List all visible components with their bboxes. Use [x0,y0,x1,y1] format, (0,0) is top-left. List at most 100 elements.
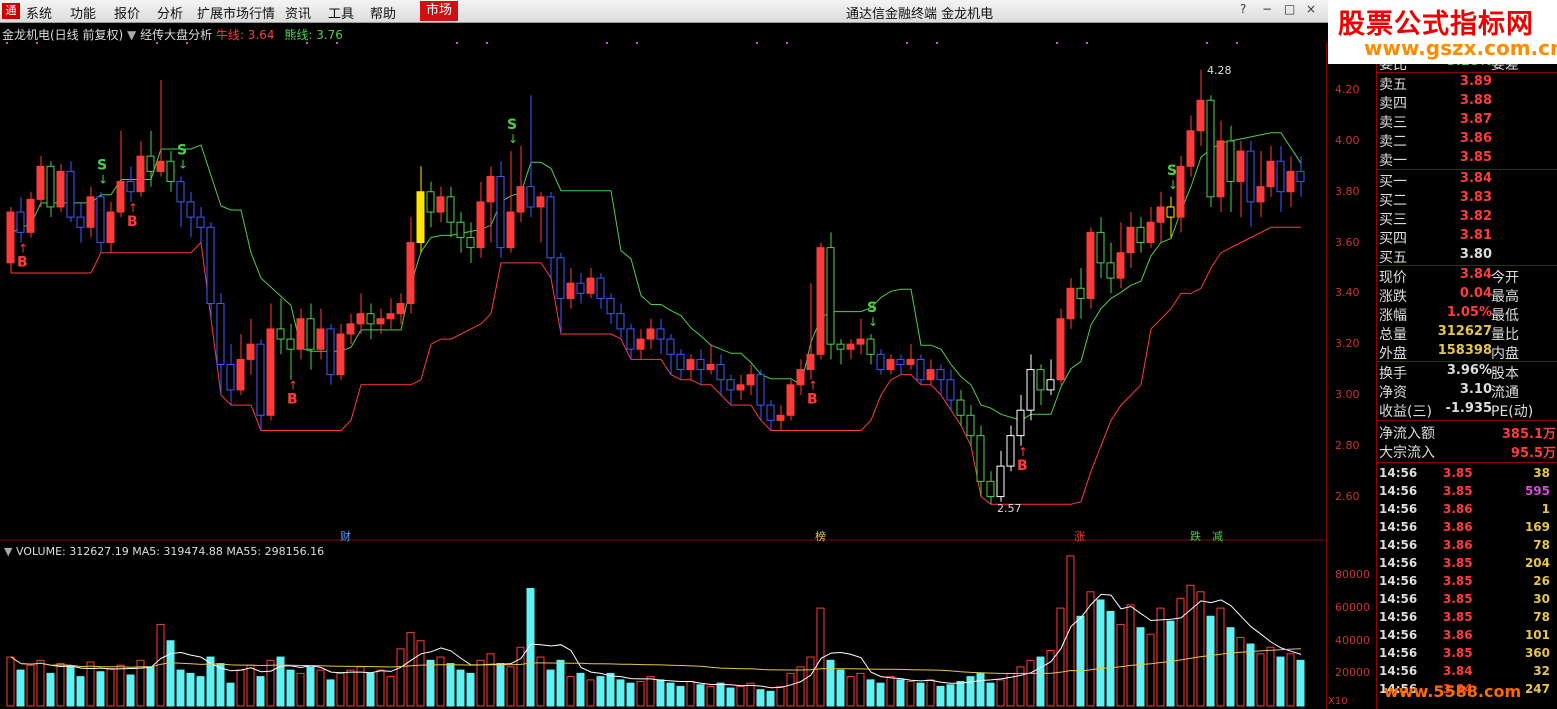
candle-body [1096,231,1105,264]
volume-bar [1206,615,1215,707]
volume-bar [1136,627,1145,707]
candle-body [636,338,645,350]
volume-bar [786,672,795,707]
volume-bar [16,669,25,707]
trade-price: 3.84 [1443,664,1473,678]
close-icon[interactable]: × [1306,2,1316,16]
stat2-row-label2: PE(动) [1491,404,1534,420]
low-price-label: 2.57 [997,502,1022,515]
ask-row-label: 卖五 [1379,77,1407,93]
candlestick-chart[interactable]: ↑BS↓↑BS↓↑BS↓↑BS↓↑BS↓4.282.57 [0,42,1326,542]
ask-row-label: 卖三 [1379,115,1407,131]
buy-signal: B [287,392,298,408]
top-marker [936,42,938,44]
trade-time: 14:56 [1379,592,1418,606]
candle-body [456,221,465,238]
menu-quote[interactable]: 报价 [114,3,140,22]
volume-bar [966,676,975,707]
volume-tick: 60000 [1335,601,1370,615]
help-icon[interactable]: ? [1240,2,1246,16]
stock-name-label[interactable]: 金龙机电(日线 前复权) [2,28,123,42]
indicator-name[interactable]: 经传大盘分析 [140,28,212,42]
volume-bar [696,684,705,707]
menu-tools[interactable]: 工具 [328,3,354,22]
volume-bar [166,640,175,707]
trade-volume: 78 [1533,610,1550,624]
bid-row-label: 买四 [1379,231,1407,247]
candle-body [736,384,745,391]
candle-body [386,313,395,320]
bull-line-value: 3.64 [247,28,275,42]
dropdown-icon[interactable]: ▼ [127,28,136,42]
candle-body [366,313,375,325]
trade-price: 3.85 [1443,484,1473,498]
candle-body [526,186,535,208]
volume-bar [36,659,45,707]
volume-bar [446,663,455,707]
volume-bar [266,659,275,707]
bid-row-value: 3.84 [1459,171,1492,186]
bid-row-value: 3.81 [1459,228,1492,243]
menu-news[interactable]: 资讯 [285,3,311,22]
candle-body [146,155,155,172]
menu-analysis[interactable]: 分析 [157,3,183,22]
candle-body [746,374,755,386]
stat-row-label: 涨跌 [1379,289,1407,305]
volume-chart[interactable] [0,541,1326,709]
volume-bar [576,672,585,707]
candle-body [1186,130,1195,167]
volume-bar [1286,653,1295,707]
flow-value: 385.1万 [1501,427,1556,442]
menu-market-tab[interactable]: 市场 [420,1,459,21]
volume-bar [876,682,885,707]
candle-body [836,343,845,350]
trade-price: 3.85 [1443,646,1473,660]
volume-bar [586,679,595,707]
price-axis: 4.20 4.00 3.80 3.60 3.40 3.20 3.00 2.80 2.60 8000… [1326,42,1377,709]
stat-row-label2: 内盘 [1491,346,1519,362]
stat2-row: 净资 3.10 流通 [1377,382,1557,401]
volume-bar [486,653,495,707]
volume-bar [46,672,55,707]
volume-bar [776,685,785,707]
menu-function[interactable]: 功能 [70,3,96,22]
divider [1377,361,1557,362]
stat2-row: 收益(三) -1.935 PE(动) [1377,401,1557,420]
top-marker [186,42,188,44]
volume-bar [706,685,715,707]
volume-bar [256,676,265,707]
candle-body [166,160,175,183]
volume-bar [566,676,575,707]
candle-body [536,196,545,208]
candle-body [1196,99,1205,132]
candle-body [546,196,555,259]
ask-row: 卖一 3.85 [1377,150,1557,169]
menu-help[interactable]: 帮助 [370,3,396,22]
candle-body [1066,287,1075,320]
candle-body [1006,435,1015,467]
bid-row-value: 3.82 [1459,209,1492,224]
maximize-icon[interactable]: □ [1284,2,1295,16]
trade-volume: 204 [1524,556,1550,570]
sell-arrow-icon: ↓ [1168,178,1178,192]
menu-extended-market[interactable]: 扩展市场行情 [197,3,275,22]
volume-bar [606,672,615,707]
volume-bar [226,682,235,707]
high-price-label: 4.28 [1207,64,1232,77]
candle-body [376,318,385,325]
candle-body [216,303,225,365]
stat-row-value: 1.05% [1446,305,1492,320]
candle-body [1046,379,1055,391]
candle-body [276,328,285,340]
ask-row-value: 3.85 [1459,150,1492,165]
minimize-icon[interactable]: − [1262,2,1272,16]
bid-row: 买二 3.83 [1377,190,1557,209]
volume-bar [466,672,475,707]
bull-line-label: 牛线: [215,28,244,42]
candle-body [486,175,495,203]
top-marker [6,42,8,44]
candle-body [576,282,585,294]
candle-body [626,328,635,350]
volume-bar [826,659,835,707]
menu-system[interactable]: 系统 [26,3,52,22]
